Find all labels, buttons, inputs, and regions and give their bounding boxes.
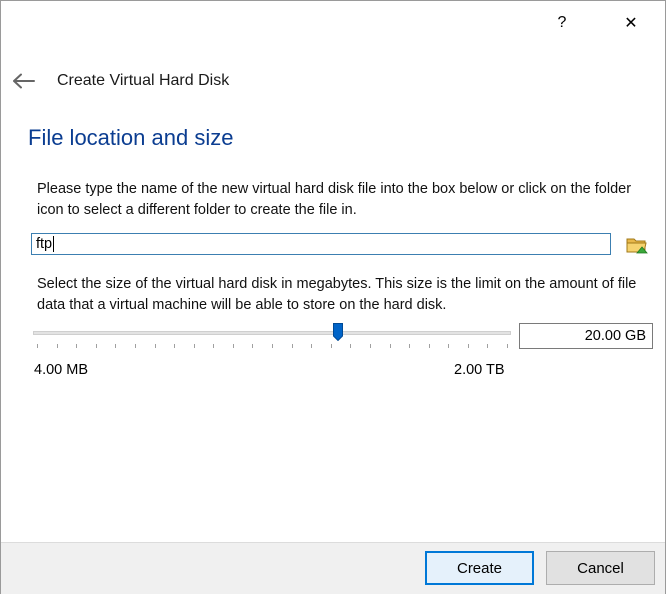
file-location-value: ftp [36,236,53,252]
cancel-button[interactable]: Cancel [546,551,655,585]
size-input[interactable]: 20.00 GB [519,323,653,349]
choose-folder-button[interactable] [624,233,650,257]
file-location-input[interactable]: ftp [31,233,611,255]
dialog-window: ? ✕ Create Virtual Hard Disk File locati… [0,0,666,594]
size-min-label: 4.00 MB [34,362,88,378]
wizard-title: Create Virtual Hard Disk [57,72,230,89]
size-slider[interactable] [33,323,511,349]
slider-thumb[interactable] [332,323,343,341]
help-button[interactable]: ? [539,7,585,39]
size-description: Select the size of the virtual hard disk… [37,276,637,313]
help-icon: ? [557,14,567,31]
page-heading: File location and size [28,125,234,150]
close-icon: ✕ [624,15,638,32]
back-button[interactable] [11,69,37,93]
slider-ticks [37,344,508,348]
slider-track [33,331,511,335]
arrow-left-icon [13,73,35,89]
close-button[interactable]: ✕ [608,7,654,39]
text-caret [53,236,55,252]
size-max-label: 2.00 TB [454,362,505,378]
file-description: Please type the name of the new virtual … [37,181,632,218]
folder-icon [626,238,648,254]
create-button[interactable]: Create [425,551,534,585]
